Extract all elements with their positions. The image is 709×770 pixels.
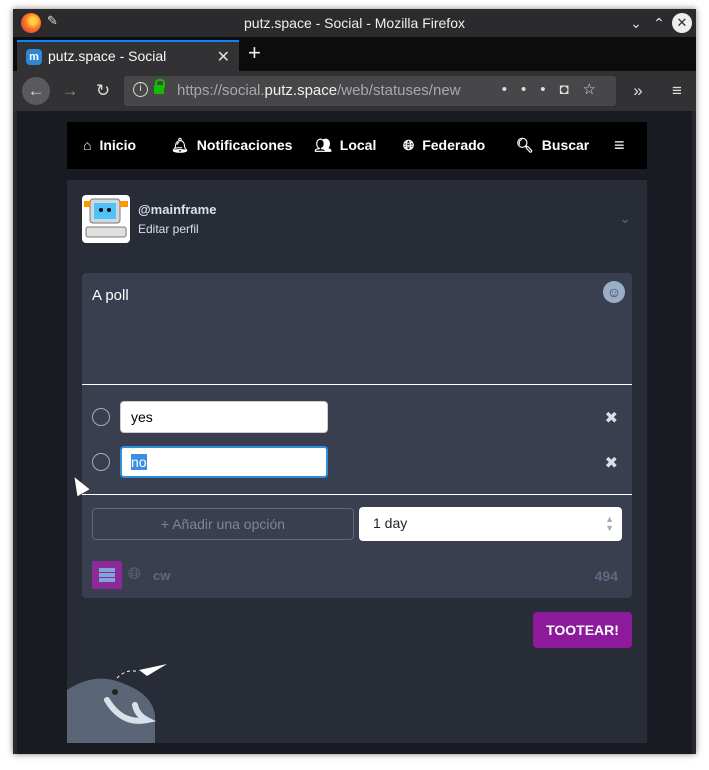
nav-item-local[interactable]: 👥︎ Local (314, 122, 376, 169)
close-window-button[interactable]: ✕ (672, 13, 692, 33)
poll-toggle-icon[interactable] (92, 561, 122, 589)
poll-duration-select[interactable]: 1 day ▲ ▼ (359, 507, 622, 541)
title-bar: ✎ putz.space - Social - Mozilla Firefox … (13, 9, 696, 37)
pocket-icon[interactable]: ◘ (559, 81, 582, 98)
minimize-button[interactable]: ⌄ (626, 13, 646, 33)
bookmark-star-icon[interactable]: ☆ (583, 81, 610, 98)
search-icon: 🔍︎ (516, 137, 534, 153)
status-text: A poll (92, 287, 129, 304)
poll-radio[interactable] (92, 408, 110, 426)
page-actions-icon[interactable]: ••• (502, 81, 560, 98)
close-tab-icon[interactable]: ✕ (217, 47, 230, 67)
forward-button[interactable]: → (56, 77, 84, 105)
overflow-icon[interactable]: » (624, 77, 652, 105)
mastodon-nav: ⌂ Inicio 🔔︎ Notificaciones 👥︎ Local 🌐︎ Feder… (67, 122, 647, 169)
poll-radio[interactable] (92, 453, 110, 471)
browser-tab[interactable]: m putz.space - Social ✕ (17, 40, 239, 71)
window-title: putz.space - Social - Mozilla Firefox (244, 15, 465, 31)
hamburger-menu-icon[interactable]: ≡ (663, 77, 691, 105)
account-username[interactable]: @mainframe (138, 202, 216, 217)
emoji-picker-icon[interactable]: ☺ (603, 281, 625, 303)
users-icon: 👥︎ (314, 137, 332, 153)
navigation-toolbar: ← → ↻ i https://social.putz.space/web/st… (13, 71, 696, 111)
compose-footer: + Añadir una opción 1 day ▲ ▼ 🌐︎ cw 494 (82, 495, 632, 598)
poll-option-input[interactable]: yes (120, 401, 328, 433)
content-warning-button[interactable]: cw (153, 568, 170, 583)
mastodon-mascot-illustration (67, 660, 177, 743)
poll-options: yes ✖ no ✖ (82, 384, 632, 495)
nav-item-federado[interactable]: 🌐︎ Federado (403, 122, 485, 169)
url-actions: •••◘☆ (502, 80, 610, 98)
info-icon[interactable]: i (133, 82, 148, 97)
remove-option-icon[interactable]: ✖ (605, 408, 618, 428)
bell-icon: 🔔︎ (171, 137, 189, 153)
new-tab-button[interactable]: + (248, 40, 261, 66)
publish-button[interactable]: TOOTEAR! (533, 612, 632, 648)
poll-option-input-focused[interactable]: no (120, 446, 328, 478)
page-content: ⌂ Inicio 🔔︎ Notificaciones 👥︎ Local 🌐︎ Feder… (17, 111, 692, 754)
lock-icon (154, 79, 165, 94)
maximize-button[interactable]: ⌃ (649, 13, 669, 33)
menu-bars-icon[interactable]: ≡ (614, 122, 625, 169)
compose-panel: @mainframe Editar perfil ⌄ A poll ☺ yes … (67, 180, 647, 743)
remove-option-icon[interactable]: ✖ (605, 453, 618, 473)
reload-button[interactable]: ↻ (89, 77, 117, 105)
back-button[interactable]: ← (22, 77, 50, 105)
status-textarea[interactable]: A poll ☺ (82, 273, 632, 384)
avatar[interactable] (82, 195, 130, 243)
select-arrows-icon: ▲ ▼ (605, 514, 614, 533)
privacy-globe-icon[interactable]: 🌐︎ (128, 566, 141, 584)
plus-icon: + (160, 516, 173, 532)
character-counter: 494 (594, 568, 618, 584)
url-text[interactable]: https://social.putz.space/web/statuses/n… (177, 82, 461, 99)
tab-bar: m putz.space - Social ✕ + (13, 37, 696, 71)
add-option-button[interactable]: + Añadir una opción (92, 508, 354, 540)
edit-profile-link[interactable]: Editar perfil (138, 222, 199, 236)
url-bar[interactable]: i https://social.putz.space/web/statuses… (124, 76, 616, 106)
mastodon-favicon-icon: m (26, 49, 42, 65)
nav-item-inicio[interactable]: ⌂ Inicio (83, 122, 136, 169)
nav-item-notificaciones[interactable]: 🔔︎ Notificaciones (171, 122, 292, 169)
globe-icon: 🌐︎ (403, 137, 415, 153)
nav-item-buscar[interactable]: 🔍︎ Buscar (516, 122, 589, 169)
browser-window: ✎ putz.space - Social - Mozilla Firefox … (13, 9, 696, 754)
selected-text: no (131, 454, 147, 470)
tab-label: putz.space - Social (48, 48, 167, 64)
chevron-down-icon[interactable]: ⌄ (619, 210, 631, 227)
home-icon: ⌂ (83, 137, 92, 153)
